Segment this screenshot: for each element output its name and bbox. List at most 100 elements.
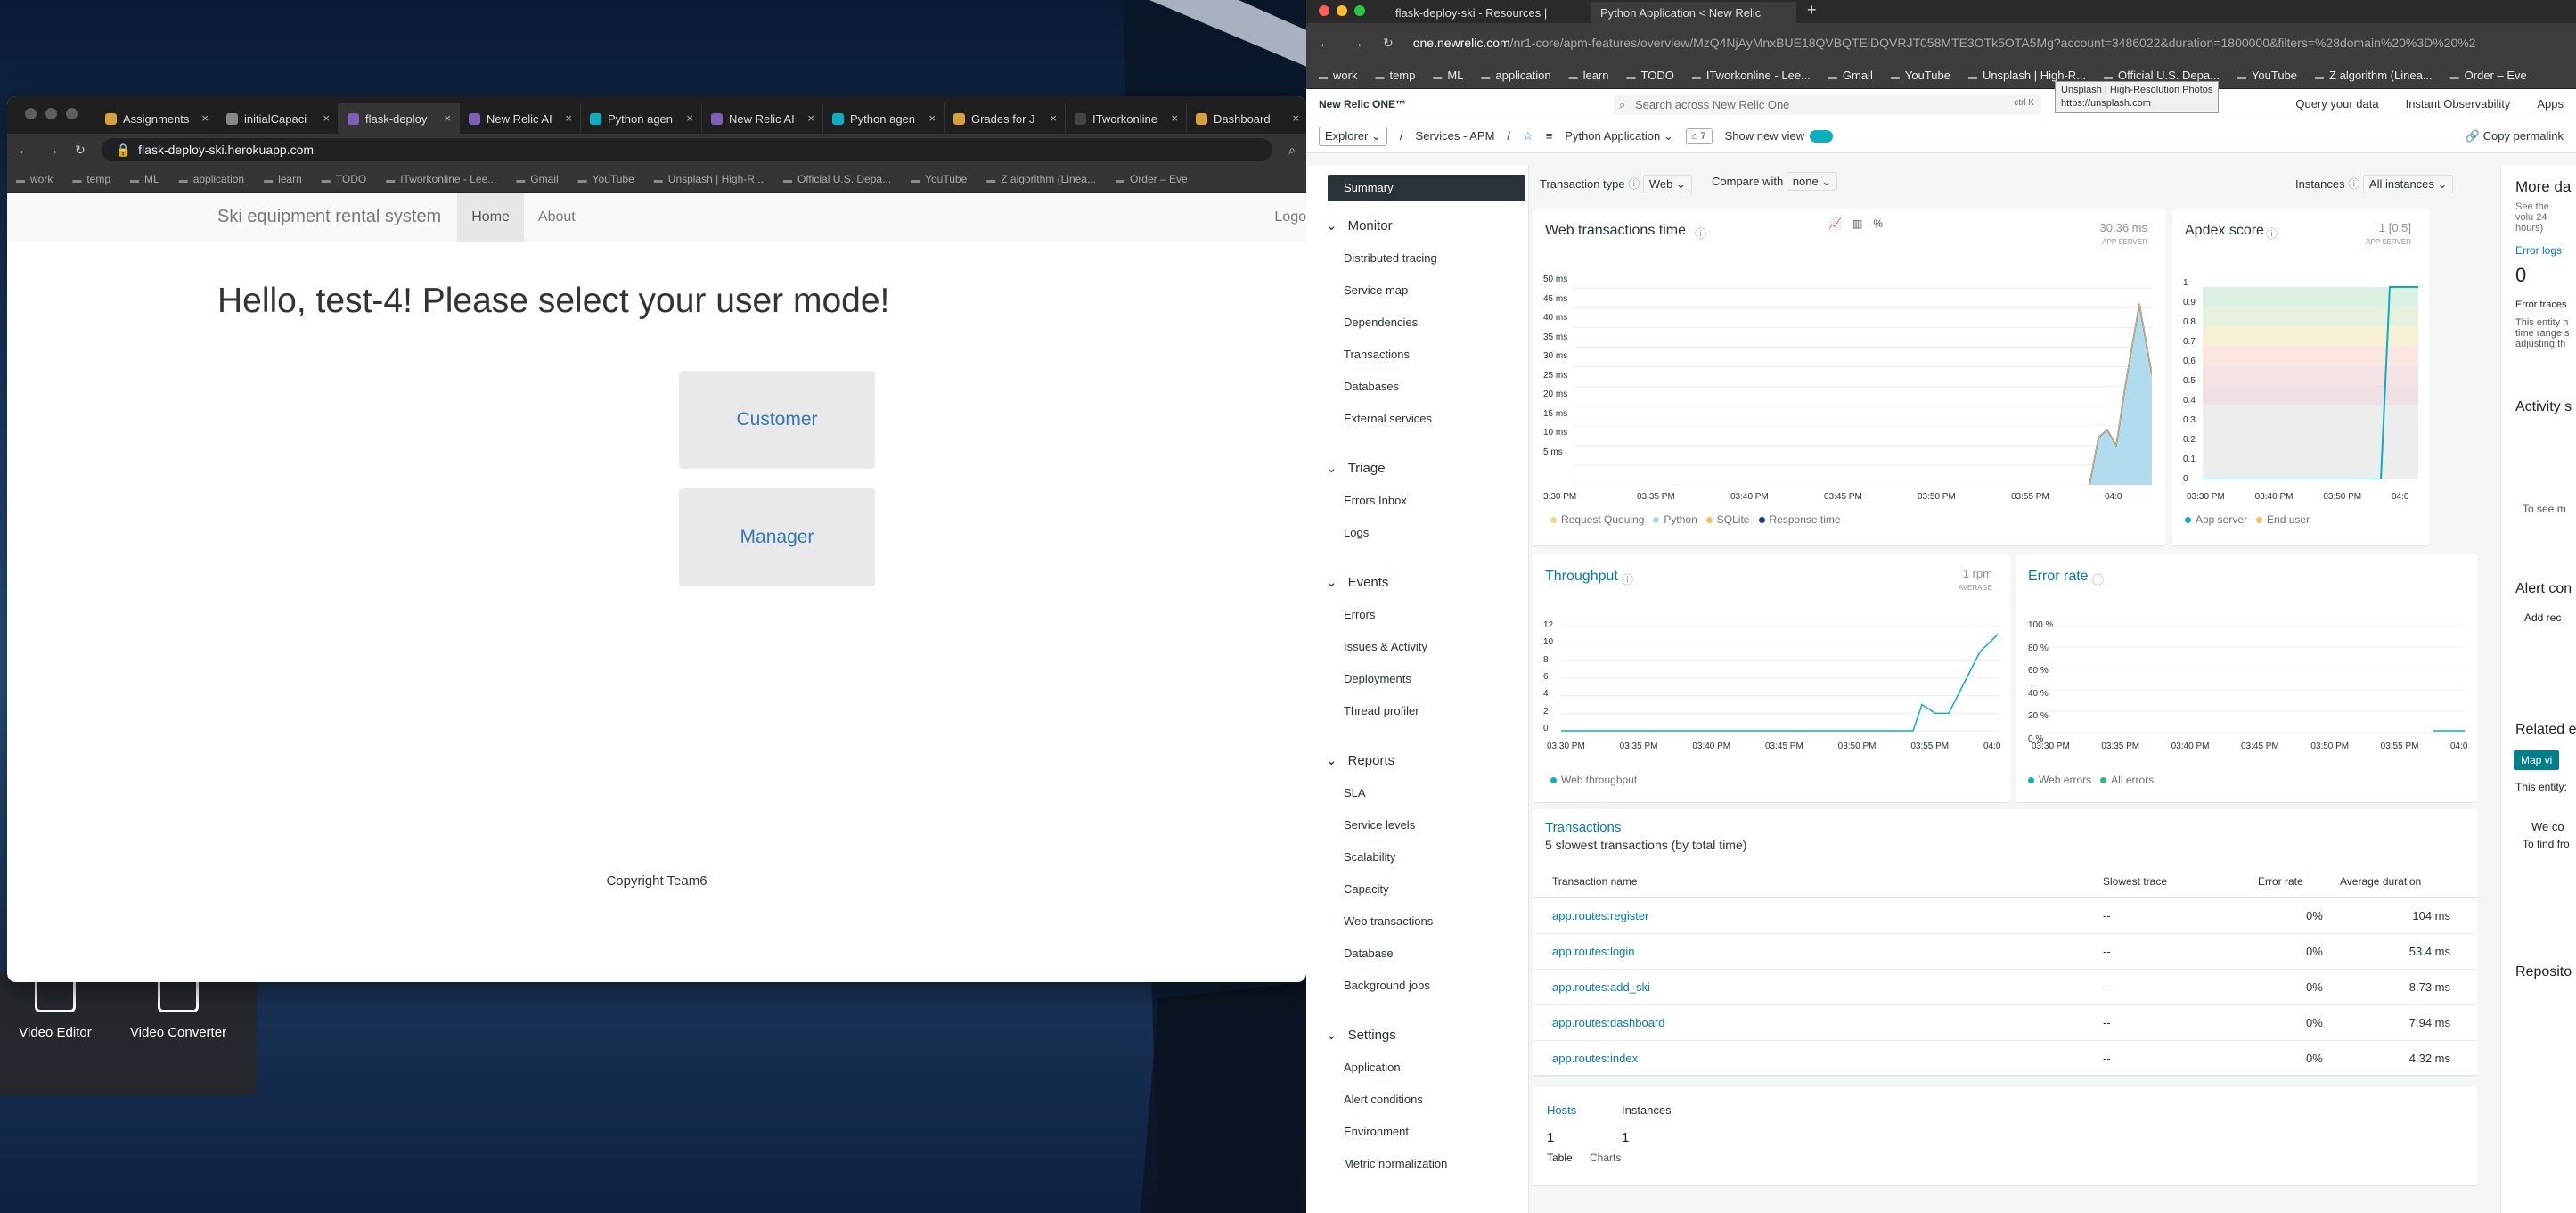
video-editor-app[interactable]: Video Editor — [2, 977, 109, 1040]
bookmark-item[interactable]: Z algorithm (Linea... — [986, 173, 1096, 185]
copy-permalink-button[interactable]: 🔗 Copy permalink — [2466, 129, 2564, 143]
error-logs-link[interactable]: Error logs — [2515, 244, 2562, 257]
sidebar-section-events[interactable]: Events — [1326, 574, 1389, 590]
bookmark-item[interactable]: TODO — [1627, 69, 1674, 82]
sidebar-item[interactable]: Scalability — [1344, 850, 1396, 864]
sidebar-section-settings[interactable]: Settings — [1326, 1027, 1396, 1043]
browser-tab[interactable]: Grades for J × — [945, 103, 1066, 134]
zoom-icon[interactable]: ⌕ — [1288, 143, 1296, 158]
transaction-type-filter[interactable]: Transaction type ⓘ Web ⌄ — [1540, 175, 1692, 193]
nr-tab-flask[interactable]: flask-deploy-ski - Resources | — [1386, 2, 1591, 23]
sidebar-item[interactable]: Errors — [1344, 608, 1375, 621]
error-rate-info-icon[interactable]: ⓘ — [2092, 570, 2104, 587]
menu-icon[interactable]: ≡ — [1546, 129, 1553, 143]
bookmark-item[interactable]: learn — [1569, 69, 1609, 82]
table-view-tab[interactable]: Table — [1547, 1152, 1573, 1164]
bookmark-item[interactable]: Order – Eve — [2450, 69, 2527, 82]
sidebar-item[interactable]: Thread profiler — [1344, 704, 1419, 717]
bookmark-item[interactable]: temp — [1375, 69, 1415, 82]
transaction-row[interactable]: app.routes:index -- 0% 4.32 ms — [1533, 1041, 2477, 1077]
customer-button[interactable]: Customer — [679, 371, 875, 469]
manager-button[interactable]: Manager — [679, 488, 875, 586]
bookmark-item[interactable]: ITworkonline - Lee... — [386, 173, 496, 185]
transaction-name-link[interactable]: app.routes:add_ski — [1552, 980, 1650, 994]
tab-close-icon[interactable]: × — [928, 111, 936, 125]
alert-add-link[interactable]: Add rec — [2524, 611, 2561, 624]
url-field[interactable]: 🔒 flask-deploy-ski.herokuapp.com — [101, 138, 1273, 161]
tab-close-icon[interactable]: × — [444, 111, 451, 125]
sidebar-summary[interactable]: Summary — [1328, 175, 1525, 201]
compare-with-filter[interactable]: Compare with none ⌄ — [1712, 172, 1838, 191]
browser-tab[interactable]: flask-deploy × — [339, 103, 460, 134]
bookmark-item[interactable]: application — [179, 173, 244, 185]
instances-filter[interactable]: Instances ⓘ All instances ⌄ — [2295, 175, 2454, 193]
transactions-title[interactable]: Transactions — [1545, 820, 1621, 835]
sidebar-item[interactable]: Dependencies — [1344, 316, 1418, 329]
sidebar-item[interactable]: Background jobs — [1344, 979, 1430, 992]
tab-close-icon[interactable]: × — [1292, 111, 1299, 125]
error-rate-title[interactable]: Error rate — [2028, 569, 2089, 585]
bookmark-item[interactable]: Gmail — [1828, 69, 1873, 82]
sidebar-item[interactable]: Service levels — [1344, 818, 1415, 832]
bookmark-item[interactable]: YouTube — [578, 173, 634, 185]
browser-tab[interactable]: Dashboard × — [1187, 103, 1306, 134]
nr-url-field[interactable]: one.newrelic.com/nr1-core/apm-features/o… — [1413, 36, 2564, 50]
back-icon[interactable]: ← — [18, 143, 30, 157]
throughput-info-icon[interactable]: ⓘ — [1622, 570, 1633, 587]
services-apm-link[interactable]: Services - APM — [1416, 129, 1495, 143]
bookmark-item[interactable]: Unsplash | High-R... — [654, 173, 764, 185]
explorer-dropdown[interactable]: Explorer ⌄ — [1319, 126, 1387, 146]
bookmark-item[interactable]: Z algorithm (Linea... — [2315, 69, 2433, 82]
sidebar-item[interactable]: Databases — [1344, 380, 1399, 393]
sidebar-item[interactable]: Distributed tracing — [1344, 251, 1437, 265]
transaction-name-link[interactable]: app.routes:register — [1552, 909, 1648, 922]
bookmark-item[interactable]: work — [1319, 69, 1357, 82]
tab-close-icon[interactable]: × — [686, 111, 693, 125]
instant-observability-link[interactable]: Instant Observability — [2406, 97, 2511, 111]
bookmark-item[interactable]: YouTube — [2237, 69, 2297, 82]
bookmark-item[interactable]: temp — [72, 173, 110, 185]
nav-home[interactable]: Home — [457, 192, 524, 242]
nr-tab-python-app[interactable]: Python Application < New Relic — [1591, 2, 1796, 23]
browser-tab[interactable]: Python agen × — [823, 103, 945, 134]
nr-forward-icon[interactable]: → — [1351, 36, 1363, 50]
window-controls[interactable] — [25, 108, 78, 119]
bookmark-item[interactable]: Order – Eve — [1116, 173, 1188, 185]
transaction-name-link[interactable]: app.routes:login — [1552, 945, 1635, 958]
apps-link[interactable]: Apps — [2537, 97, 2564, 111]
hosts-tab[interactable]: Hosts — [1547, 1103, 1576, 1117]
tab-close-icon[interactable]: × — [807, 111, 814, 125]
bookmark-item[interactable]: Gmail — [516, 173, 558, 185]
sidebar-item[interactable]: Capacity — [1344, 882, 1389, 896]
tab-close-icon[interactable]: × — [201, 111, 209, 125]
col-error-rate[interactable]: Error rate — [2258, 875, 2303, 888]
charts-view-tab[interactable]: Charts — [1590, 1152, 1621, 1164]
tag-count-badge[interactable]: ⌂ 7 — [1685, 127, 1713, 144]
bookmark-item[interactable]: ML — [130, 173, 159, 185]
show-new-view-toggle[interactable] — [1810, 129, 1834, 143]
nr-window-controls[interactable] — [1319, 5, 1365, 16]
site-brand[interactable]: Ski equipment rental system — [217, 207, 441, 227]
map-view-button[interactable]: Map vi — [2514, 750, 2560, 770]
forward-icon[interactable]: → — [46, 143, 59, 157]
bookmark-item[interactable]: ITworkonline - Lee... — [1692, 69, 1811, 82]
query-data-link[interactable]: Query your data — [2295, 97, 2378, 111]
video-converter-app[interactable]: Video Converter — [125, 977, 232, 1040]
bookmark-item[interactable]: application — [1481, 69, 1550, 82]
nav-about[interactable]: About — [524, 193, 590, 242]
web-tx-info-icon[interactable]: ⓘ — [1695, 225, 1706, 242]
favorite-star-icon[interactable]: ☆ — [1523, 129, 1533, 143]
bookmark-item[interactable]: YouTube — [911, 173, 967, 185]
browser-tab[interactable]: Assignments × — [96, 103, 217, 134]
browser-tab[interactable]: initialCapaci × — [217, 103, 339, 134]
tab-close-icon[interactable]: × — [323, 111, 330, 125]
bookmark-item[interactable]: ML — [1433, 69, 1463, 82]
nr-search-input[interactable]: ⌕ Search across New Relic One ctrl K — [1614, 95, 2041, 115]
chart-type-switcher[interactable]: 📈 ▥% — [1828, 217, 1883, 230]
sidebar-item[interactable]: Environment — [1344, 1125, 1409, 1138]
transaction-row[interactable]: app.routes:dashboard -- 0% 7.94 ms — [1533, 1005, 2477, 1041]
app-name-dropdown[interactable]: Python Application ⌄ — [1565, 129, 1672, 143]
browser-tab[interactable]: New Relic AI × — [460, 103, 581, 134]
nr-logo[interactable]: New Relic ONE™ — [1319, 98, 1406, 111]
instances-tab[interactable]: Instances — [1622, 1103, 1672, 1117]
